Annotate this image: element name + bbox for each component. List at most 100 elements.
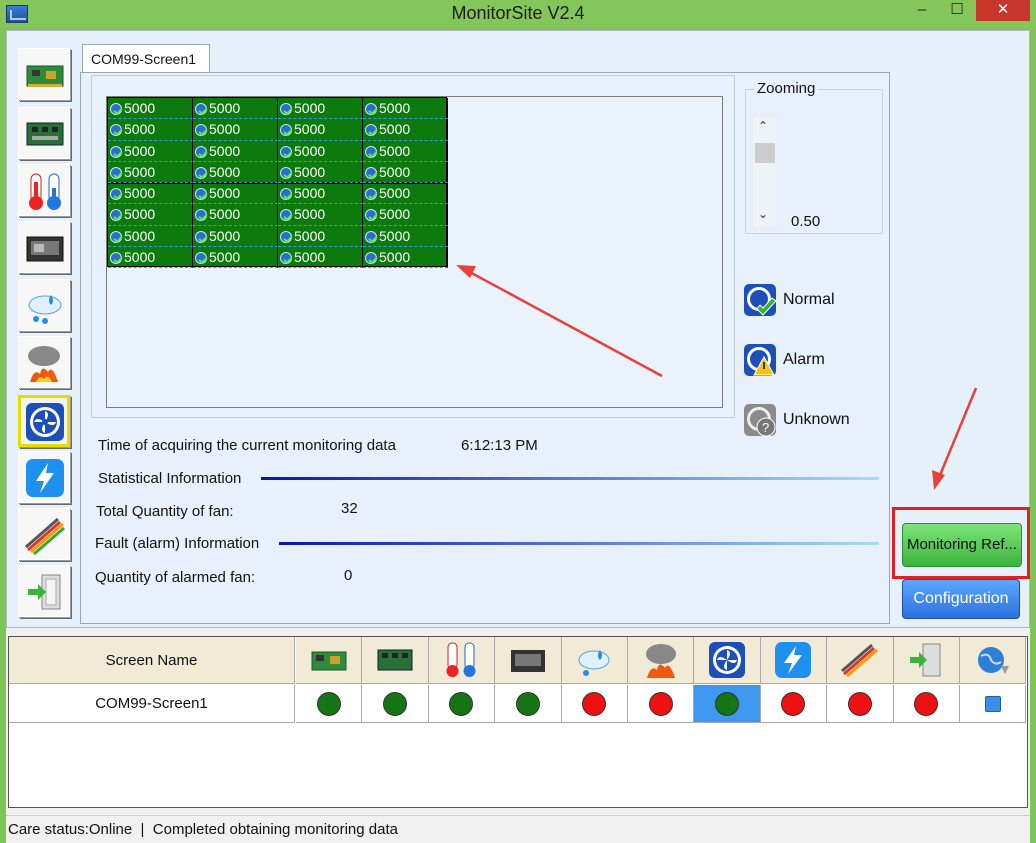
fan-speed-value: 5000	[379, 142, 411, 159]
cable-button[interactable]	[18, 508, 70, 560]
thermometer-icon	[446, 642, 476, 677]
fan-cell[interactable]: 5000	[193, 140, 278, 162]
fan-cell[interactable]: 5000	[108, 204, 193, 226]
column-header-power[interactable]	[760, 637, 828, 684]
status-cell[interactable]	[960, 685, 1027, 723]
fan-speed-value: 5000	[294, 142, 326, 159]
fan-cell[interactable]: 5000	[278, 246, 363, 268]
temperature-button[interactable]	[18, 164, 70, 216]
fan-cell[interactable]: 5000	[108, 183, 193, 205]
fan-speed-value: 5000	[379, 206, 411, 223]
power-icon	[775, 642, 812, 678]
close-button[interactable]: ✕	[976, 0, 1030, 21]
fan-cell[interactable]: 5000	[363, 246, 448, 268]
total-fan-value: 32	[341, 500, 358, 517]
column-header-module-board[interactable]	[362, 637, 429, 684]
status-error-dot	[781, 691, 806, 716]
column-header-receiving-card[interactable]	[296, 637, 363, 684]
status-cell[interactable]	[428, 685, 496, 723]
humidity-button[interactable]	[18, 279, 70, 331]
fan-cell[interactable]: 5000	[278, 183, 363, 205]
fan-ok-icon	[280, 166, 292, 179]
fan-cell[interactable]: 5000	[363, 98, 448, 120]
minimize-button[interactable]: –	[905, 0, 939, 21]
smoke-button[interactable]	[18, 336, 70, 388]
column-header-humidity[interactable]	[561, 637, 628, 684]
maximize-button[interactable]: ☐	[940, 0, 974, 21]
fan-cell[interactable]: 5000	[363, 183, 448, 205]
status-cell[interactable]	[628, 685, 695, 723]
zoom-thumb[interactable]	[755, 143, 775, 163]
column-header-cable[interactable]	[827, 637, 894, 684]
humidity-icon	[28, 295, 62, 324]
receiving-card-button[interactable]	[18, 48, 70, 100]
fan-cell[interactable]: 5000	[193, 98, 278, 120]
status-cell[interactable]	[827, 685, 894, 723]
fan-cell[interactable]: 5000	[193, 119, 278, 141]
humidity-icon	[578, 650, 610, 676]
fan-ok-icon	[280, 209, 292, 222]
fan-speed-value: 5000	[209, 206, 241, 223]
fan-cell[interactable]: 5000	[193, 183, 278, 205]
status-detail-icon[interactable]	[984, 695, 1001, 712]
fan-cell[interactable]: 5000	[363, 119, 448, 141]
chevron-down-icon[interactable]: ⌄	[758, 207, 768, 221]
status-ok-dot	[515, 691, 540, 716]
configuration-button[interactable]: Configuration	[902, 579, 1020, 619]
column-header-smoke-fire[interactable]	[628, 637, 695, 684]
column-header-exit[interactable]	[893, 637, 960, 684]
exit-button[interactable]	[18, 565, 70, 617]
status-cell[interactable]	[362, 685, 429, 723]
status-cell[interactable]	[296, 685, 363, 723]
thermometer-icon	[29, 173, 61, 210]
time-value: 6:12:13 PM	[461, 437, 538, 454]
fan-cell[interactable]: 5000	[363, 225, 448, 247]
column-header-thermometer[interactable]	[428, 637, 496, 684]
controller-card-button[interactable]	[18, 221, 70, 273]
fan-ok-icon	[110, 188, 122, 200]
status-cell[interactable]	[495, 685, 562, 723]
fan-button[interactable]	[18, 395, 70, 447]
fan-cell[interactable]: 5000	[193, 246, 278, 268]
fan-cell[interactable]: 5000	[363, 140, 448, 162]
status-cell[interactable]	[694, 685, 761, 723]
column-header-globe-refresh[interactable]	[960, 637, 1027, 684]
fan-speed-value: 5000	[294, 248, 326, 265]
tab-com99-screen1[interactable]: COM99-Screen1	[82, 44, 210, 74]
fan-speed-value: 5000	[379, 100, 411, 116]
fan-cell[interactable]: 5000	[108, 225, 193, 247]
fan-cell[interactable]: 5000	[108, 161, 193, 183]
monitoring-refresh-button[interactable]: Monitoring Ref...	[902, 523, 1022, 567]
column-header-fan[interactable]	[694, 637, 761, 684]
status-cell[interactable]	[760, 685, 828, 723]
fan-ok-icon	[195, 209, 207, 222]
fan-cell[interactable]: 5000	[278, 225, 363, 247]
fan-cell[interactable]: 5000	[278, 119, 363, 141]
fan-cell[interactable]: 5000	[193, 204, 278, 226]
status-cell[interactable]	[561, 685, 628, 723]
fan-cell[interactable]: 5000	[108, 246, 193, 268]
fan-cell[interactable]: 5000	[193, 225, 278, 247]
power-button[interactable]	[18, 451, 70, 503]
chevron-up-icon[interactable]: ⌃	[758, 119, 768, 133]
fan-cell[interactable]: 5000	[363, 204, 448, 226]
status-cell[interactable]	[893, 685, 960, 723]
fan-ok-icon	[195, 251, 207, 264]
total-fan-label: Total Quantity of fan:	[96, 503, 234, 520]
screen-name-cell[interactable]: COM99-Screen1	[9, 685, 295, 723]
fan-cell[interactable]: 5000	[278, 98, 363, 120]
fan-cell[interactable]: 5000	[278, 204, 363, 226]
fan-cell[interactable]: 5000	[108, 119, 193, 141]
column-header-controller-card[interactable]	[495, 637, 562, 684]
fan-cell[interactable]: 5000	[108, 140, 193, 162]
status-ok-dot	[449, 691, 474, 716]
fan-cell[interactable]: 5000	[193, 161, 278, 183]
fan-cell[interactable]: 5000	[108, 98, 193, 120]
exit-icon	[28, 574, 61, 610]
module-board-button[interactable]	[18, 107, 70, 159]
fan-cell[interactable]: 5000	[278, 140, 363, 162]
zoom-slider[interactable]: ⌃ ⌄	[752, 116, 778, 228]
fan-map-area: 5000 5000 5000 5000 5000 5000 5000 5000 5000 5000…	[106, 96, 723, 408]
fan-cell[interactable]: 5000	[363, 161, 448, 183]
fan-cell[interactable]: 5000	[278, 161, 363, 183]
